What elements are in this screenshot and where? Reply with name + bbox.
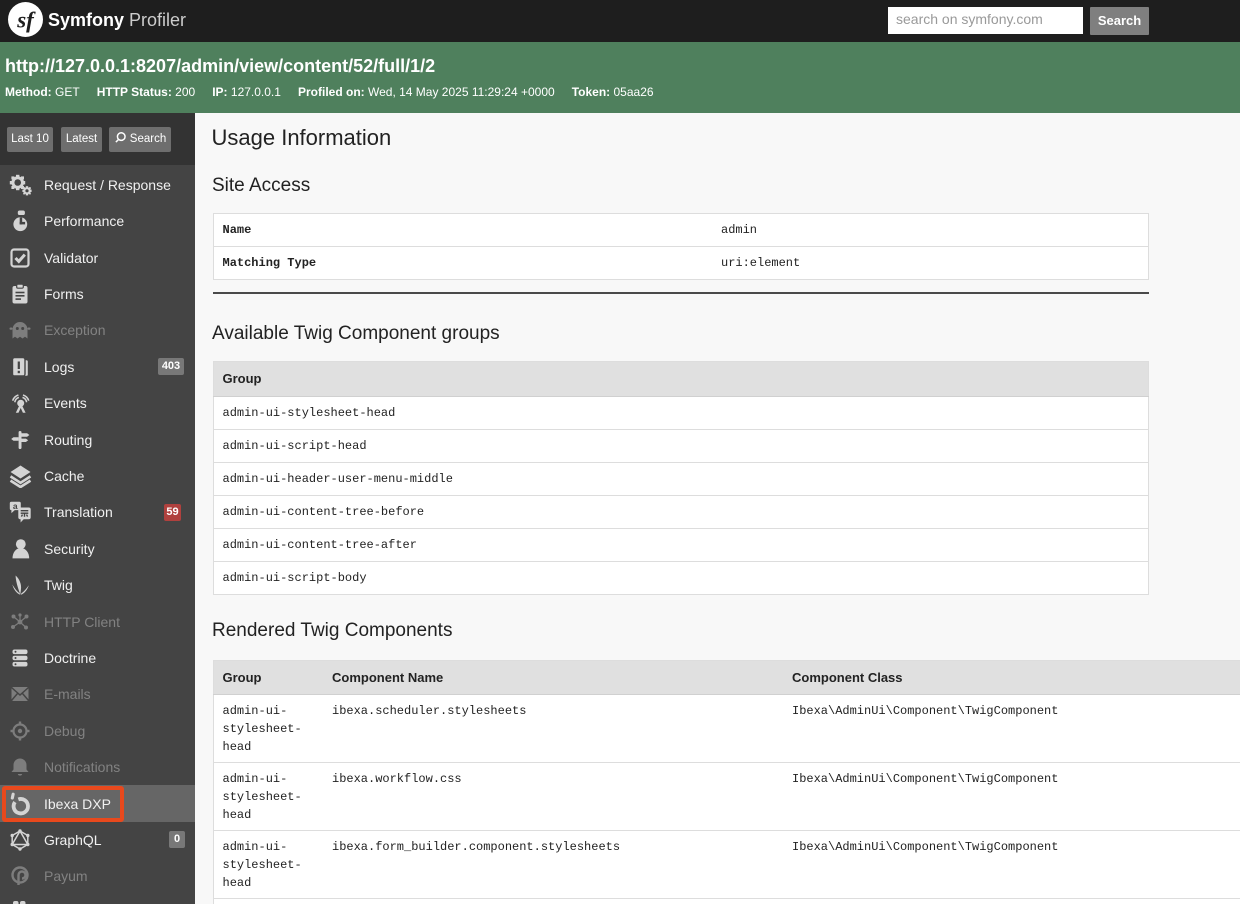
svg-text:a: a xyxy=(13,501,18,511)
svg-text:sf: sf xyxy=(16,8,36,33)
